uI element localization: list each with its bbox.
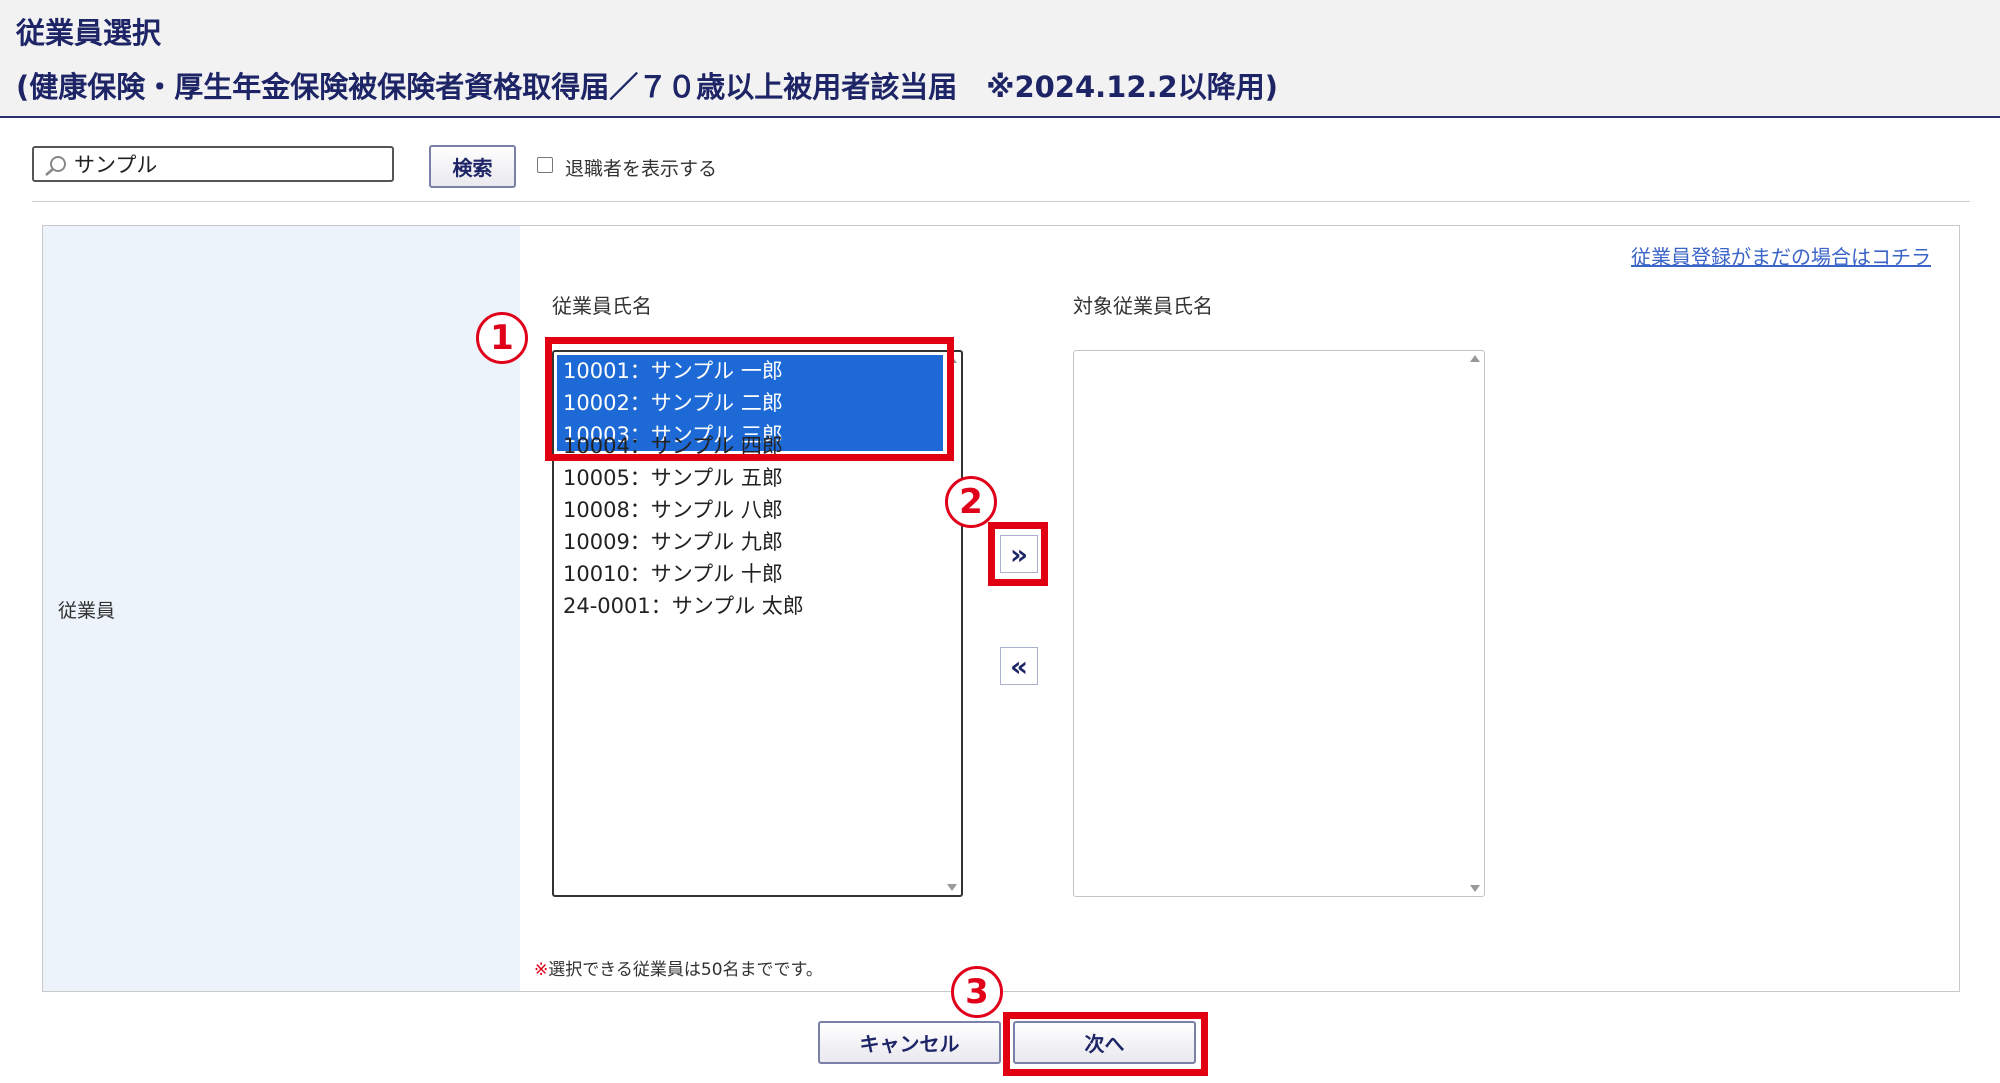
cancel-button[interactable]: キャンセル [818, 1021, 1001, 1064]
employee-option[interactable]: 10008：サンプル 八郎 [557, 494, 943, 526]
employee-register-link[interactable]: 従業員登録がまだの場合はコチラ [1631, 241, 1931, 270]
step-marker-3-number: 3 [965, 972, 989, 1012]
employee-row-label: 従業員 [58, 600, 116, 622]
search-input[interactable] [74, 150, 374, 178]
step-marker-1-number: 1 [490, 318, 514, 358]
step-marker-2-number: 2 [959, 482, 983, 522]
note-mark: ※ [534, 960, 549, 980]
target-list-header: 対象従業員氏名 [1073, 294, 1213, 318]
step-marker-1: 1 [476, 312, 528, 364]
show-retired-label: 退職者を表示する [565, 158, 718, 180]
search-button[interactable]: 検索 [429, 145, 516, 188]
employee-option[interactable]: 24-0001：サンプル 太郎 [557, 590, 943, 622]
move-left-button[interactable]: « [1000, 647, 1038, 685]
employee-list-header: 従業員氏名 [552, 294, 652, 318]
step-marker-3: 3 [951, 966, 1003, 1018]
note-text: 選択できる従業員は50名までです。 [548, 960, 823, 980]
selection-limit-note: ※選択できる従業員は50名までです。 [534, 955, 823, 980]
highlight-box-step2 [988, 522, 1048, 586]
employee-option[interactable]: 10010：サンプル 十郎 [557, 558, 943, 590]
show-retired-checkbox[interactable] [537, 157, 553, 173]
target-employee-listbox[interactable] [1073, 350, 1485, 897]
highlight-box-step1 [545, 337, 954, 461]
page-title: 従業員選択 [16, 16, 162, 50]
divider [32, 201, 1970, 202]
page-subtitle: (健康保険・厚生年金保険被保険者資格取得届／７０歳以上被用者該当届 ※2024.… [16, 70, 1278, 104]
page-header: 従業員選択 (健康保険・厚生年金保険被保険者資格取得届／７０歳以上被用者該当届 … [0, 0, 2000, 118]
search-field[interactable] [32, 146, 394, 182]
highlight-box-step3 [1003, 1012, 1208, 1076]
search-icon [45, 156, 66, 176]
employee-option[interactable]: 10009：サンプル 九郎 [557, 526, 943, 558]
scroll-down-arrow-icon[interactable] [1470, 885, 1480, 892]
step-marker-2: 2 [945, 476, 997, 528]
scroll-down-arrow-icon[interactable] [947, 884, 957, 891]
employee-option[interactable]: 10005：サンプル 五郎 [557, 462, 943, 494]
form-row-label-cell: 従業員 [42, 225, 521, 992]
scroll-up-arrow-icon[interactable] [1470, 355, 1480, 362]
target-list-scrollbar[interactable] [1468, 353, 1482, 894]
